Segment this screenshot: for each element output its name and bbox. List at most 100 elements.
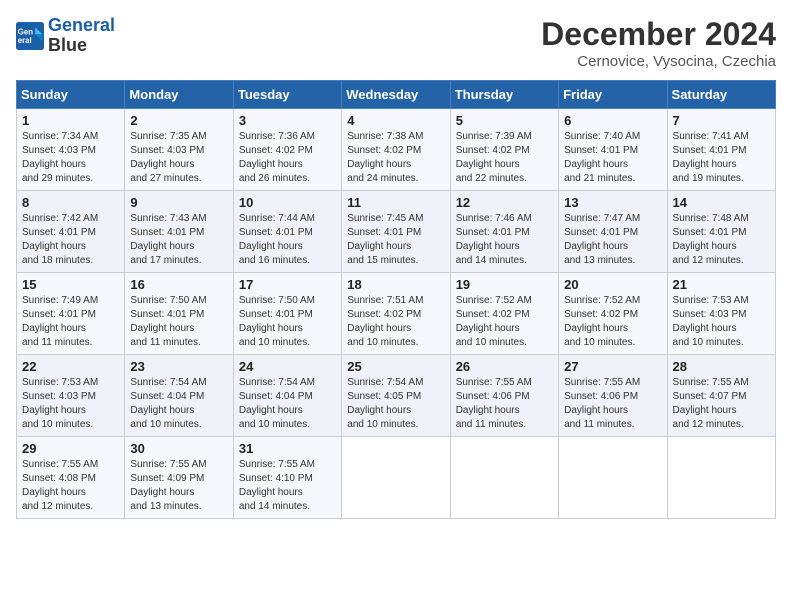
header-cell-sunday: Sunday (17, 81, 125, 109)
day-number: 18 (347, 277, 444, 292)
calendar-cell: 7 Sunrise: 7:41 AMSunset: 4:01 PMDayligh… (667, 109, 775, 191)
calendar-cell: 12 Sunrise: 7:46 AMSunset: 4:01 PMDaylig… (450, 191, 558, 273)
calendar-cell (667, 437, 775, 519)
calendar-cell: 5 Sunrise: 7:39 AMSunset: 4:02 PMDayligh… (450, 109, 558, 191)
calendar-cell (559, 437, 667, 519)
calendar-cell: 28 Sunrise: 7:55 AMSunset: 4:07 PMDaylig… (667, 355, 775, 437)
day-number: 31 (239, 441, 336, 456)
calendar-cell: 22 Sunrise: 7:53 AMSunset: 4:03 PMDaylig… (17, 355, 125, 437)
day-number: 23 (130, 359, 227, 374)
calendar-cell: 21 Sunrise: 7:53 AMSunset: 4:03 PMDaylig… (667, 273, 775, 355)
logo-icon: Gen eral (16, 22, 44, 50)
cell-content: Sunrise: 7:52 AMSunset: 4:02 PMDaylight … (564, 295, 640, 348)
calendar-cell: 30 Sunrise: 7:55 AMSunset: 4:09 PMDaylig… (125, 437, 233, 519)
month-title: December 2024 (541, 16, 776, 53)
header-cell-thursday: Thursday (450, 81, 558, 109)
cell-content: Sunrise: 7:55 AMSunset: 4:10 PMDaylight … (239, 459, 315, 512)
calendar-cell: 18 Sunrise: 7:51 AMSunset: 4:02 PMDaylig… (342, 273, 450, 355)
calendar-cell: 1 Sunrise: 7:34 AMSunset: 4:03 PMDayligh… (17, 109, 125, 191)
day-number: 28 (673, 359, 770, 374)
cell-content: Sunrise: 7:43 AMSunset: 4:01 PMDaylight … (130, 213, 206, 266)
day-number: 21 (673, 277, 770, 292)
day-number: 1 (22, 113, 119, 128)
calendar-cell: 4 Sunrise: 7:38 AMSunset: 4:02 PMDayligh… (342, 109, 450, 191)
day-number: 27 (564, 359, 661, 374)
cell-content: Sunrise: 7:34 AMSunset: 4:03 PMDaylight … (22, 131, 98, 184)
calendar-cell: 31 Sunrise: 7:55 AMSunset: 4:10 PMDaylig… (233, 437, 341, 519)
cell-content: Sunrise: 7:55 AMSunset: 4:09 PMDaylight … (130, 459, 206, 512)
day-number: 9 (130, 195, 227, 210)
day-number: 16 (130, 277, 227, 292)
calendar-week-row: 15 Sunrise: 7:49 AMSunset: 4:01 PMDaylig… (17, 273, 776, 355)
day-number: 3 (239, 113, 336, 128)
calendar-cell: 13 Sunrise: 7:47 AMSunset: 4:01 PMDaylig… (559, 191, 667, 273)
calendar-week-row: 8 Sunrise: 7:42 AMSunset: 4:01 PMDayligh… (17, 191, 776, 273)
calendar-cell: 9 Sunrise: 7:43 AMSunset: 4:01 PMDayligh… (125, 191, 233, 273)
header-cell-friday: Friday (559, 81, 667, 109)
cell-content: Sunrise: 7:42 AMSunset: 4:01 PMDaylight … (22, 213, 98, 266)
day-number: 12 (456, 195, 553, 210)
cell-content: Sunrise: 7:39 AMSunset: 4:02 PMDaylight … (456, 131, 532, 184)
title-block: December 2024 Cernovice, Vysocina, Czech… (541, 16, 776, 70)
day-number: 20 (564, 277, 661, 292)
calendar-body: 1 Sunrise: 7:34 AMSunset: 4:03 PMDayligh… (17, 109, 776, 519)
calendar-cell: 25 Sunrise: 7:54 AMSunset: 4:05 PMDaylig… (342, 355, 450, 437)
day-number: 7 (673, 113, 770, 128)
calendar-cell: 24 Sunrise: 7:54 AMSunset: 4:04 PMDaylig… (233, 355, 341, 437)
day-number: 22 (22, 359, 119, 374)
cell-content: Sunrise: 7:44 AMSunset: 4:01 PMDaylight … (239, 213, 315, 266)
header-cell-monday: Monday (125, 81, 233, 109)
day-number: 13 (564, 195, 661, 210)
calendar-cell: 14 Sunrise: 7:48 AMSunset: 4:01 PMDaylig… (667, 191, 775, 273)
calendar-cell: 10 Sunrise: 7:44 AMSunset: 4:01 PMDaylig… (233, 191, 341, 273)
day-number: 24 (239, 359, 336, 374)
logo: Gen eral GeneralBlue (16, 16, 115, 56)
cell-content: Sunrise: 7:46 AMSunset: 4:01 PMDaylight … (456, 213, 532, 266)
calendar-cell (450, 437, 558, 519)
calendar-week-row: 29 Sunrise: 7:55 AMSunset: 4:08 PMDaylig… (17, 437, 776, 519)
logo-text: GeneralBlue (48, 16, 115, 56)
calendar-cell: 3 Sunrise: 7:36 AMSunset: 4:02 PMDayligh… (233, 109, 341, 191)
calendar-week-row: 22 Sunrise: 7:53 AMSunset: 4:03 PMDaylig… (17, 355, 776, 437)
calendar-cell: 17 Sunrise: 7:50 AMSunset: 4:01 PMDaylig… (233, 273, 341, 355)
day-number: 14 (673, 195, 770, 210)
cell-content: Sunrise: 7:54 AMSunset: 4:05 PMDaylight … (347, 377, 423, 430)
cell-content: Sunrise: 7:38 AMSunset: 4:02 PMDaylight … (347, 131, 423, 184)
calendar-cell: 26 Sunrise: 7:55 AMSunset: 4:06 PMDaylig… (450, 355, 558, 437)
calendar-cell: 6 Sunrise: 7:40 AMSunset: 4:01 PMDayligh… (559, 109, 667, 191)
cell-content: Sunrise: 7:55 AMSunset: 4:06 PMDaylight … (456, 377, 532, 430)
location: Cernovice, Vysocina, Czechia (541, 53, 776, 70)
cell-content: Sunrise: 7:49 AMSunset: 4:01 PMDaylight … (22, 295, 98, 348)
day-number: 8 (22, 195, 119, 210)
cell-content: Sunrise: 7:55 AMSunset: 4:07 PMDaylight … (673, 377, 749, 430)
calendar-cell: 11 Sunrise: 7:45 AMSunset: 4:01 PMDaylig… (342, 191, 450, 273)
header-cell-wednesday: Wednesday (342, 81, 450, 109)
cell-content: Sunrise: 7:40 AMSunset: 4:01 PMDaylight … (564, 131, 640, 184)
svg-text:eral: eral (18, 36, 32, 45)
cell-content: Sunrise: 7:53 AMSunset: 4:03 PMDaylight … (22, 377, 98, 430)
calendar-cell (342, 437, 450, 519)
calendar-table: SundayMondayTuesdayWednesdayThursdayFrid… (16, 80, 776, 519)
calendar-cell: 29 Sunrise: 7:55 AMSunset: 4:08 PMDaylig… (17, 437, 125, 519)
cell-content: Sunrise: 7:53 AMSunset: 4:03 PMDaylight … (673, 295, 749, 348)
calendar-cell: 19 Sunrise: 7:52 AMSunset: 4:02 PMDaylig… (450, 273, 558, 355)
calendar-cell: 16 Sunrise: 7:50 AMSunset: 4:01 PMDaylig… (125, 273, 233, 355)
cell-content: Sunrise: 7:48 AMSunset: 4:01 PMDaylight … (673, 213, 749, 266)
cell-content: Sunrise: 7:47 AMSunset: 4:01 PMDaylight … (564, 213, 640, 266)
cell-content: Sunrise: 7:52 AMSunset: 4:02 PMDaylight … (456, 295, 532, 348)
day-number: 19 (456, 277, 553, 292)
day-number: 17 (239, 277, 336, 292)
day-number: 29 (22, 441, 119, 456)
day-number: 25 (347, 359, 444, 374)
day-number: 5 (456, 113, 553, 128)
calendar-cell: 23 Sunrise: 7:54 AMSunset: 4:04 PMDaylig… (125, 355, 233, 437)
day-number: 26 (456, 359, 553, 374)
cell-content: Sunrise: 7:36 AMSunset: 4:02 PMDaylight … (239, 131, 315, 184)
calendar-header-row: SundayMondayTuesdayWednesdayThursdayFrid… (17, 81, 776, 109)
day-number: 4 (347, 113, 444, 128)
cell-content: Sunrise: 7:54 AMSunset: 4:04 PMDaylight … (130, 377, 206, 430)
calendar-cell: 20 Sunrise: 7:52 AMSunset: 4:02 PMDaylig… (559, 273, 667, 355)
calendar-cell: 8 Sunrise: 7:42 AMSunset: 4:01 PMDayligh… (17, 191, 125, 273)
svg-text:Gen: Gen (18, 27, 33, 36)
cell-content: Sunrise: 7:50 AMSunset: 4:01 PMDaylight … (239, 295, 315, 348)
